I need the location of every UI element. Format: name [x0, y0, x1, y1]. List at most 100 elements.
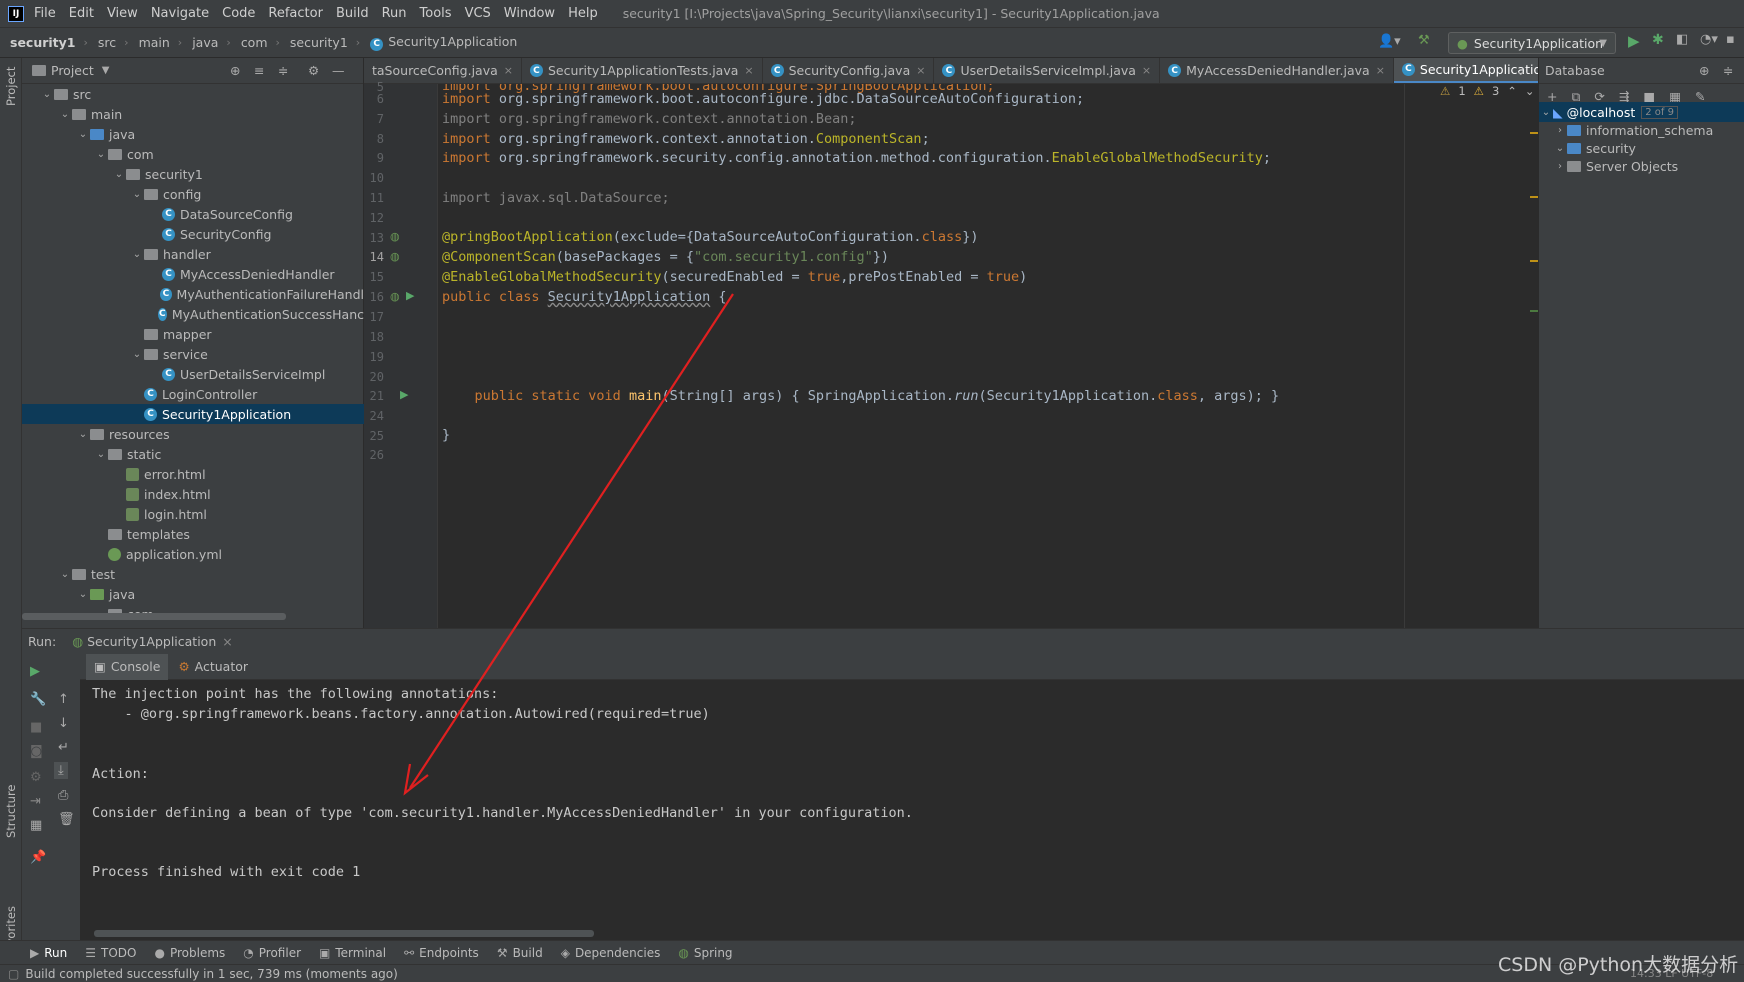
breadcrumb-class[interactable]: C Security1Application [370, 34, 517, 51]
bean-icon[interactable]: ◍ [390, 250, 400, 263]
menu-navigate[interactable]: Navigate [151, 6, 209, 21]
arrow-up-icon[interactable]: ↑ [58, 692, 69, 707]
db-schema-security[interactable]: ⌄ security [1539, 138, 1744, 158]
chevron-down-icon[interactable]: ⌄ [112, 169, 126, 180]
chevron-down-icon[interactable]: ▼ [102, 65, 110, 76]
hide-icon[interactable]: — [332, 63, 345, 78]
run-config-tab[interactable]: Security1Application [87, 634, 216, 649]
code-editor[interactable]: import org.springframework.boot.autoconf… [438, 84, 1538, 628]
menu-view[interactable]: View [107, 6, 138, 21]
breadcrumb-java[interactable]: java [192, 35, 218, 50]
expand-all-icon[interactable]: ≡ [254, 63, 264, 78]
run-icon[interactable]: ▶ [1628, 32, 1640, 50]
toolwindow-run[interactable]: ▶ Run [30, 946, 67, 960]
toolwindow-build[interactable]: ⚒ Build [497, 946, 543, 960]
tree-item[interactable]: C MyAuthenticationSuccessHanc [22, 304, 364, 324]
structure-tool-button[interactable]: Structure [4, 785, 18, 839]
tree-item[interactable]: ⌄ src [22, 84, 364, 104]
tree-item[interactable]: ⌄ test [22, 564, 364, 584]
tree-item[interactable]: mapper [22, 324, 364, 344]
menu-edit[interactable]: Edit [69, 6, 94, 21]
run-configuration-select[interactable]: ● Security1Application ▼ [1448, 32, 1616, 54]
warning-stripe[interactable] [1530, 132, 1538, 134]
spring-bean-icon[interactable]: ◍ [390, 290, 400, 303]
close-icon[interactable]: × [222, 634, 232, 649]
tree-item[interactable]: ⌄ java [22, 584, 364, 604]
tab-console[interactable]: ▣ Console [86, 653, 169, 680]
chevron-down-icon[interactable]: ⌄ [76, 429, 90, 440]
tree-item[interactable]: C MyAccessDeniedHandler [22, 264, 364, 284]
console-output[interactable]: The injection point has the following an… [80, 680, 1744, 940]
chevron-down-icon[interactable]: ⌄ [130, 189, 144, 200]
chevron-down-icon[interactable]: ⌄ [58, 109, 72, 120]
profile-icon[interactable]: ◔▾ [1700, 32, 1718, 47]
tab-securityconfig[interactable]: C SecurityConfig.java × [763, 58, 935, 83]
tree-item[interactable]: C LoginController [22, 384, 364, 404]
tab-security1applicationtests[interactable]: C Security1ApplicationTests.java × [522, 58, 763, 83]
tree-item[interactable]: application.yml [22, 544, 364, 564]
horizontal-scrollbar[interactable] [94, 930, 594, 937]
gear-icon[interactable]: ⚙ [308, 63, 319, 78]
breadcrumb-security1[interactable]: security1 [290, 35, 348, 50]
layout-icon[interactable]: ▦ [30, 818, 42, 833]
close-icon[interactable]: × [1376, 64, 1385, 77]
tree-item[interactable]: ⌄ config [22, 184, 364, 204]
tree-item[interactable]: index.html [22, 484, 364, 504]
toolwindow-todo[interactable]: ☰ TODO [85, 946, 136, 960]
tree-item[interactable]: ⌄ com [22, 144, 364, 164]
menu-file[interactable]: File [34, 6, 56, 21]
chevron-down-icon[interactable]: ⌄ [76, 589, 90, 600]
chevron-down-icon[interactable]: ⌄ [1525, 84, 1535, 98]
close-icon[interactable]: × [1142, 64, 1151, 77]
print-icon[interactable]: ⎙ [58, 788, 68, 803]
menu-tools[interactable]: Tools [420, 6, 452, 21]
tab-userdetailsserviceimpl[interactable]: C UserDetailsServiceImpl.java × [934, 58, 1161, 83]
chevron-down-icon[interactable]: ⌄ [76, 129, 90, 140]
close-icon[interactable]: × [916, 64, 925, 77]
collapse-all-icon[interactable]: ≑ [278, 63, 288, 78]
camera-icon[interactable]: ◙ [30, 744, 43, 759]
settings-icon[interactable]: ≑ [1723, 63, 1733, 78]
soft-wrap-icon[interactable]: ↵ [58, 740, 69, 755]
chevron-down-icon[interactable]: ⌄ [130, 249, 144, 260]
debugger-icon[interactable]: ⚙ [30, 770, 42, 785]
toolwindow-problems[interactable]: ● Problems [154, 946, 225, 960]
pin-icon[interactable]: 📌 [30, 850, 46, 865]
inspection-widget[interactable]: ⚠ 1 ⚠ 3 ⌃ ⌄ [1440, 84, 1535, 98]
chevron-down-icon[interactable]: ⌄ [94, 449, 108, 460]
toolwindow-dependencies[interactable]: ◈ Dependencies [561, 946, 661, 960]
tree-item[interactable]: ⌄ main [22, 104, 364, 124]
close-icon[interactable]: × [744, 64, 753, 77]
menu-run[interactable]: Run [382, 6, 407, 21]
menu-build[interactable]: Build [336, 6, 369, 21]
rerun-icon[interactable]: ▶ [30, 664, 40, 679]
breadcrumb-project[interactable]: security1 [10, 35, 76, 50]
db-schema-information[interactable]: › information_schema [1539, 120, 1744, 140]
debug-icon[interactable]: ✱ [1652, 32, 1664, 48]
breadcrumb-src[interactable]: src [98, 35, 116, 50]
tree-item[interactable]: login.html [22, 504, 364, 524]
breadcrumb-com[interactable]: com [241, 35, 268, 50]
chevron-down-icon[interactable]: ⌄ [94, 149, 108, 160]
tree-item[interactable]: C MyAuthenticationFailureHandl [22, 284, 364, 304]
bean-icon[interactable]: ◍ [390, 230, 400, 243]
project-tool-button[interactable]: Project [4, 67, 18, 106]
stop-icon[interactable]: ■ [30, 720, 42, 735]
tab-actuator[interactable]: ⚙ Actuator [168, 654, 258, 680]
warning-stripe[interactable] [1530, 196, 1538, 198]
exit-icon[interactable]: ⇥ [30, 794, 41, 809]
tree-item[interactable]: ⌄ handler [22, 244, 364, 264]
menu-refactor[interactable]: Refactor [268, 6, 323, 21]
trash-icon[interactable]: 🗑 [58, 812, 75, 827]
build-hammer-icon[interactable]: ⚒ [1418, 33, 1430, 48]
tree-item[interactable]: ⌄ resources [22, 424, 364, 444]
menu-code[interactable]: Code [222, 6, 255, 21]
user-icon[interactable]: 👤▾ [1378, 34, 1401, 49]
tree-item[interactable]: ⌄ security1 [22, 164, 364, 184]
tree-item[interactable]: ⌄ static [22, 444, 364, 464]
toolwindow-endpoints[interactable]: ⚯ Endpoints [404, 946, 479, 960]
toolwindow-profiler[interactable]: ◔ Profiler [243, 946, 301, 960]
menu-window[interactable]: Window [504, 6, 555, 21]
toolwindow-terminal[interactable]: ▣ Terminal [319, 946, 386, 960]
tree-item[interactable]: C UserDetailsServiceImpl [22, 364, 364, 384]
